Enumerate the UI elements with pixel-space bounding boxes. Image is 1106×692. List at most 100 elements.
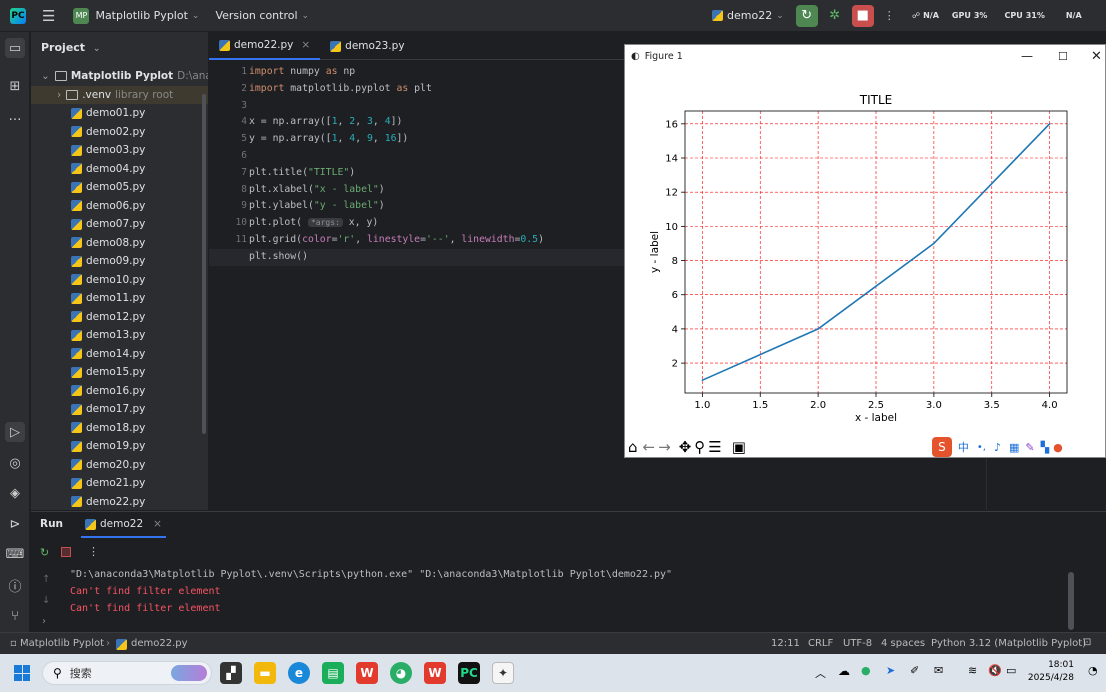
run-config-selector[interactable]: demo22 <box>727 9 772 22</box>
project-selector[interactable]: Matplotlib Pyplot <box>95 9 187 22</box>
project-badge[interactable]: MP <box>73 7 90 24</box>
tree-file[interactable]: demo13.py <box>31 326 208 345</box>
ime-mode[interactable]: 中 <box>958 439 969 455</box>
tab-demo23[interactable]: demo23.py <box>320 32 414 60</box>
tree-scrollbar[interactable] <box>202 94 206 434</box>
notification-icon[interactable]: ◔ <box>1088 664 1098 677</box>
configure-icon[interactable]: ☰ <box>708 438 721 456</box>
feishu-tray-icon[interactable]: ➤ <box>886 664 895 677</box>
services-icon[interactable]: ⊳ <box>5 514 25 534</box>
clock[interactable]: 18:01 2025/4/28 <box>1024 659 1074 685</box>
keyboard-icon[interactable]: ▦ <box>1009 441 1019 454</box>
sogou-ime-icon[interactable]: S <box>931 437 952 457</box>
problems-icon[interactable]: ⓘ <box>5 575 25 595</box>
python-console-icon[interactable]: ◎ <box>5 453 25 473</box>
tree-file[interactable]: demo17.py <box>31 400 208 419</box>
more-actions-icon[interactable]: ⋮ <box>884 9 895 22</box>
lock-icon[interactable]: ⊡ <box>1083 637 1091 648</box>
python-packages-icon[interactable]: ◈ <box>5 483 25 503</box>
tree-file[interactable]: demo10.py <box>31 271 208 290</box>
rerun-button[interactable]: ↻ <box>795 4 818 27</box>
tree-file[interactable]: demo05.py <box>31 178 208 197</box>
ime-punct-icon[interactable]: •, <box>977 442 986 453</box>
tray-overflow-icon[interactable]: ︿ <box>815 665 826 681</box>
volume-muted-icon[interactable]: 🔇 <box>988 664 1002 677</box>
console-scrollbar[interactable] <box>1068 572 1074 630</box>
tree-file[interactable]: demo21.py <box>31 474 208 493</box>
close-icon[interactable]: × <box>153 518 162 530</box>
taskbar-search[interactable]: ⚲ 搜索 <box>42 661 212 685</box>
matplotlib-figure-taskbar-icon[interactable]: ✦ <box>492 662 514 684</box>
tree-file[interactable]: demo01.py <box>31 104 208 123</box>
tree-file[interactable]: demo14.py <box>31 345 208 364</box>
tree-file[interactable]: demo06.py <box>31 197 208 216</box>
vcs-selector[interactable]: Version control <box>215 9 297 22</box>
project-panel-title[interactable]: Project <box>41 41 85 54</box>
tree-venv[interactable]: › .venv library root <box>31 85 208 104</box>
terminal-icon[interactable]: ⌨ <box>5 544 25 564</box>
tree-root[interactable]: ⌄ Matplotlib Pyplot D:\anaconda <box>31 67 208 86</box>
tree-file[interactable]: demo09.py <box>31 252 208 271</box>
wechat-work-icon[interactable]: ▤ <box>322 662 344 684</box>
git-icon[interactable]: ⑂ <box>5 606 25 626</box>
toolbox-icon[interactable]: ▚ <box>1041 441 1049 454</box>
tree-file[interactable]: demo04.py <box>31 160 208 179</box>
figure-window[interactable]: ◐ Figure 1 — ☐ ✕ 1.0 1.5 2.0 2.5 3.0 3.5 4.0 2 4… <box>624 44 1106 458</box>
tree-file[interactable]: demo19.py <box>31 437 208 456</box>
tree-file[interactable]: demo18.py <box>31 419 208 438</box>
tree-file[interactable]: demo20.py <box>31 456 208 475</box>
tree-file[interactable]: demo12.py <box>31 308 208 327</box>
indent-setting[interactable]: 4 spaces <box>881 638 925 649</box>
ime-more-icon[interactable]: ● <box>1053 441 1063 454</box>
tree-file[interactable]: demo08.py <box>31 234 208 253</box>
back-icon[interactable]: ← <box>643 438 656 456</box>
scroll-up-icon[interactable]: ↑ <box>42 574 50 585</box>
run-tab[interactable]: demo22 × <box>81 512 166 538</box>
battery-icon[interactable]: ▭ <box>1006 664 1016 677</box>
file-explorer-icon[interactable]: ▬ <box>254 662 276 684</box>
close-icon[interactable]: ✕ <box>1091 49 1102 64</box>
tree-file[interactable]: demo15.py <box>31 363 208 382</box>
debug-button[interactable]: ✲ <box>824 5 846 27</box>
edge-icon[interactable]: e <box>288 662 310 684</box>
home-icon[interactable]: ⌂ <box>628 438 638 456</box>
start-icon[interactable] <box>14 665 30 681</box>
structure-tool-icon[interactable]: ⊞ <box>5 76 25 96</box>
stop-icon[interactable] <box>61 547 71 557</box>
wifi-icon[interactable]: ≋ <box>968 664 977 677</box>
pycharm-taskbar-icon[interactable]: PC <box>458 662 480 684</box>
tree-file[interactable]: demo11.py <box>31 289 208 308</box>
task-view-icon[interactable]: ▞ <box>220 662 242 684</box>
mail-tray-icon[interactable]: ✉ <box>934 664 943 677</box>
pan-icon[interactable]: ✥ <box>679 438 692 456</box>
code-area[interactable]: import numpy as np import matplotlib.pyp… <box>249 64 544 266</box>
skin-icon[interactable]: ✎ <box>1025 441 1034 454</box>
pen-tray-icon[interactable]: ✐ <box>910 664 919 677</box>
tree-file[interactable]: demo07.py <box>31 215 208 234</box>
main-menu-icon[interactable]: ☰ <box>42 7 55 25</box>
maximize-icon[interactable]: ☐ <box>1058 50 1068 63</box>
breadcrumb-file[interactable]: demo22.py <box>116 638 188 650</box>
onedrive-icon[interactable]: ☁ <box>838 664 850 678</box>
tab-demo22[interactable]: demo22.py × <box>209 32 321 60</box>
file-encoding[interactable]: UTF-8 <box>843 638 872 649</box>
breadcrumb-project[interactable]: ▫ Matplotlib Pyplot <box>10 638 104 649</box>
more-actions-icon[interactable]: ⋮ <box>88 545 99 558</box>
minimize-icon[interactable]: — <box>1021 49 1033 63</box>
stop-button[interactable]: ■ <box>851 4 874 27</box>
scroll-down-icon[interactable]: ↓ <box>42 595 50 606</box>
forward-icon[interactable]: → <box>658 438 671 456</box>
run-tool-icon[interactable]: ▷ <box>5 422 25 442</box>
caret-position[interactable]: 12:11 <box>771 638 800 649</box>
tree-file[interactable]: demo16.py <box>31 382 208 401</box>
tree-file[interactable]: demo22.py <box>31 493 208 512</box>
line-separator[interactable]: CRLF <box>808 638 833 649</box>
rerun-icon[interactable]: ↻ <box>40 546 49 559</box>
wechat-icon[interactable]: ◕ <box>390 662 412 684</box>
project-tool-icon[interactable]: ▭ <box>5 38 25 58</box>
tree-file[interactable]: demo02.py <box>31 123 208 142</box>
wps-writer-icon[interactable]: W <box>424 662 446 684</box>
wechat-tray-icon[interactable]: ● <box>861 664 871 677</box>
microphone-icon[interactable]: ♪ <box>994 441 1001 454</box>
tree-file[interactable]: demo03.py <box>31 141 208 160</box>
